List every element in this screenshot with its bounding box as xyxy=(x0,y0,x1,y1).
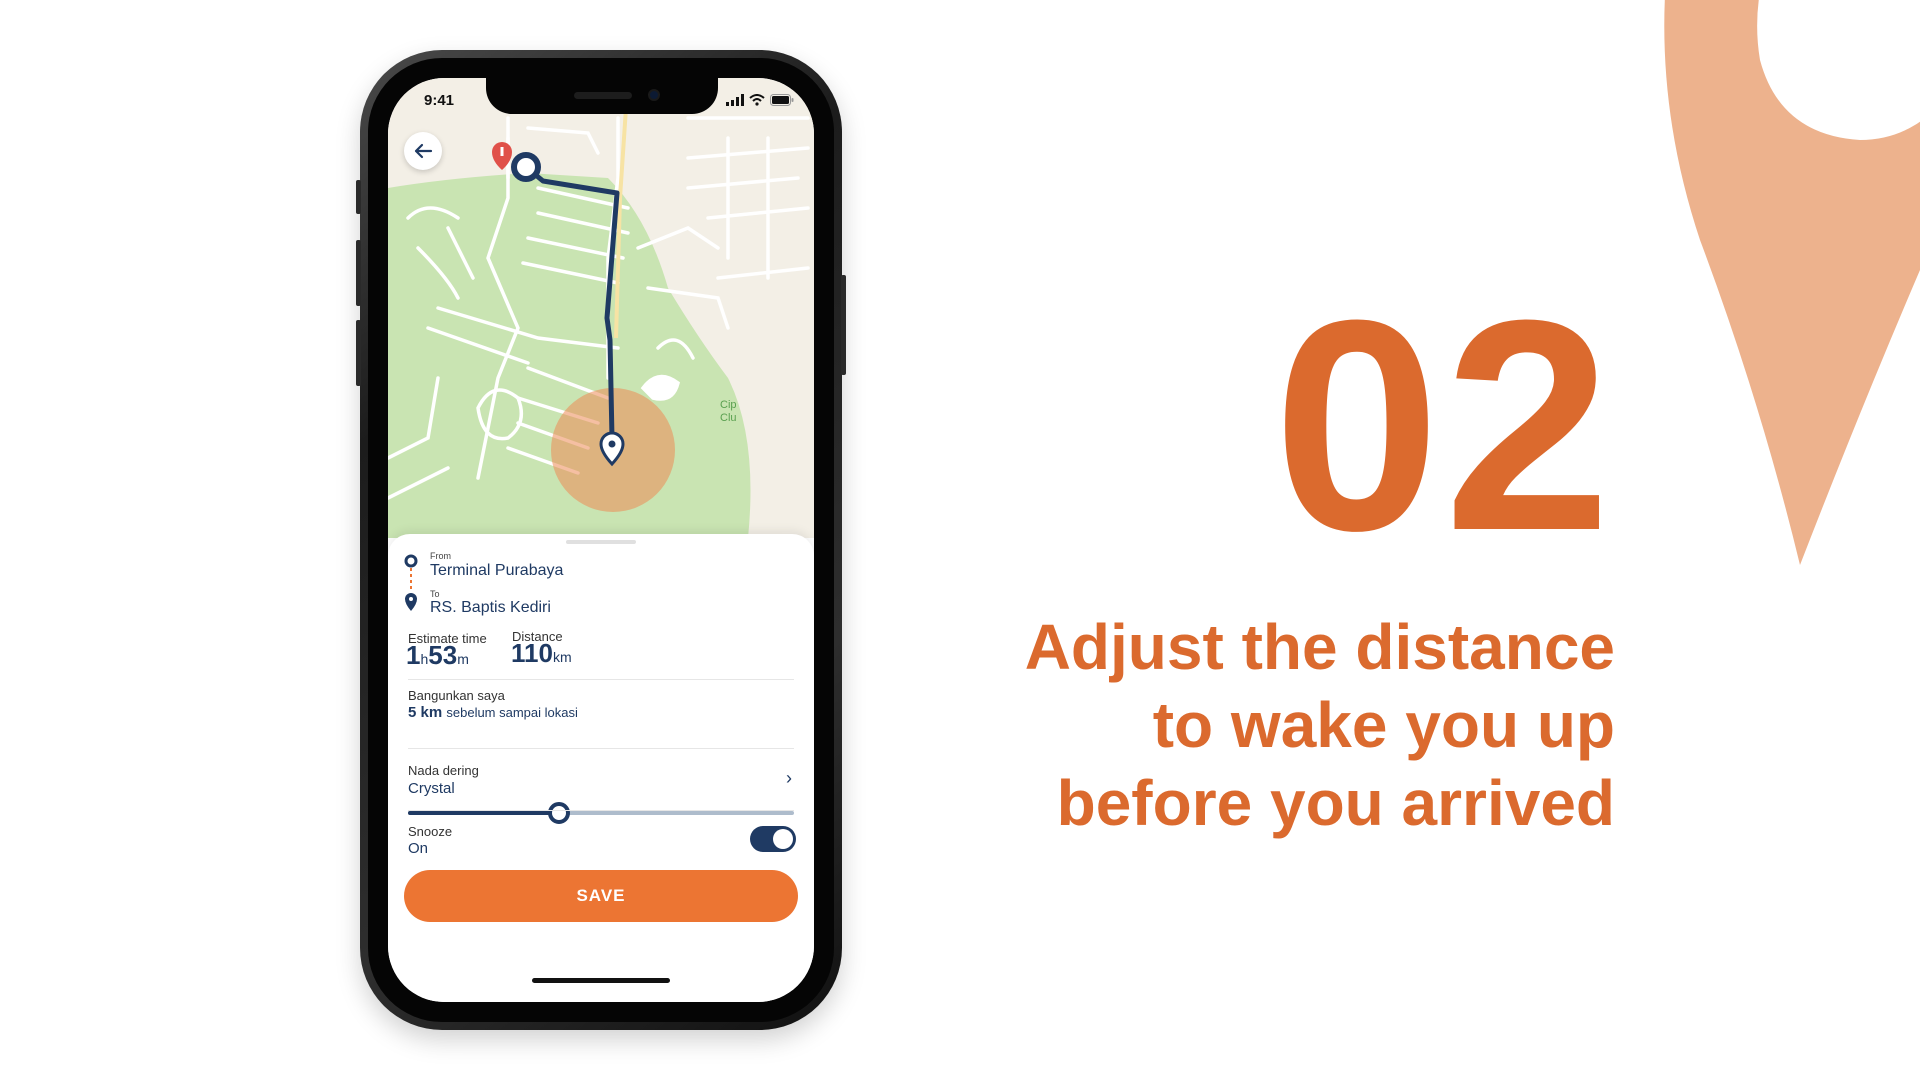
signal-icon xyxy=(726,94,744,106)
estimate-time-value: 1h53m xyxy=(406,640,469,670)
snooze-value: On xyxy=(408,840,429,857)
back-arrow-icon xyxy=(414,143,433,159)
wake-distance-slider[interactable] xyxy=(408,802,794,824)
svg-text:Cip: Cip xyxy=(720,399,737,411)
headline-line-2: to wake you up xyxy=(1152,689,1615,761)
headline-line-1: Adjust the distance xyxy=(1024,611,1615,683)
status-time: 9:41 xyxy=(424,92,455,109)
status-icons xyxy=(726,94,794,106)
distance-value: 110km xyxy=(511,638,572,668)
power-button xyxy=(841,275,846,375)
route-map[interactable]: Cip Clu xyxy=(388,78,814,538)
from-label: From xyxy=(430,551,451,561)
slider-fill xyxy=(408,811,559,815)
phone-mockup: 9:41 Cip Clu From Terminal Purabaya To R… xyxy=(356,50,846,1030)
battery-icon xyxy=(770,94,794,106)
divider xyxy=(408,810,794,811)
wake-value: 5 km sebelum sampai lokasi xyxy=(408,704,578,721)
back-button[interactable] xyxy=(404,132,442,170)
toggle-knob xyxy=(773,829,793,849)
route-line-icon xyxy=(404,554,418,611)
wake-label: Bangunkan saya xyxy=(408,688,505,703)
phone-screen: 9:41 Cip Clu From Terminal Purabaya To R… xyxy=(388,78,814,1002)
svg-text:Clu: Clu xyxy=(720,412,737,424)
alarm-settings-sheet: From Terminal Purabaya To RS. Baptis Ked… xyxy=(388,534,814,1002)
to-value[interactable]: RS. Baptis Kediri xyxy=(430,599,551,617)
volume-down-button xyxy=(356,320,361,386)
ringtone-label: Nada dering xyxy=(408,763,479,778)
snooze-toggle[interactable] xyxy=(750,826,796,852)
headline-line-3: before you arrived xyxy=(1056,767,1615,839)
slider-thumb[interactable] xyxy=(547,802,570,824)
wifi-icon xyxy=(749,94,765,106)
location-pin-decoration-icon xyxy=(1664,0,1920,565)
speaker xyxy=(574,92,632,99)
divider xyxy=(408,679,794,680)
home-indicator[interactable] xyxy=(532,978,670,983)
sheet-handle[interactable] xyxy=(566,540,636,544)
mute-switch xyxy=(356,180,361,214)
to-label: To xyxy=(430,589,440,599)
headline: Adjust the distance to wake you up befor… xyxy=(915,608,1615,842)
snooze-label: Snooze xyxy=(408,824,453,839)
step-number: 02 xyxy=(1273,257,1615,593)
divider xyxy=(408,748,794,749)
start-marker-icon xyxy=(511,152,541,182)
notch xyxy=(486,78,718,114)
volume-up-button xyxy=(356,240,361,306)
from-value[interactable]: Terminal Purabaya xyxy=(430,562,563,580)
ringtone-value: Crystal xyxy=(408,780,455,797)
save-button[interactable]: SAVE xyxy=(404,870,798,922)
chevron-right-icon: › xyxy=(786,768,792,788)
camera xyxy=(648,89,660,101)
